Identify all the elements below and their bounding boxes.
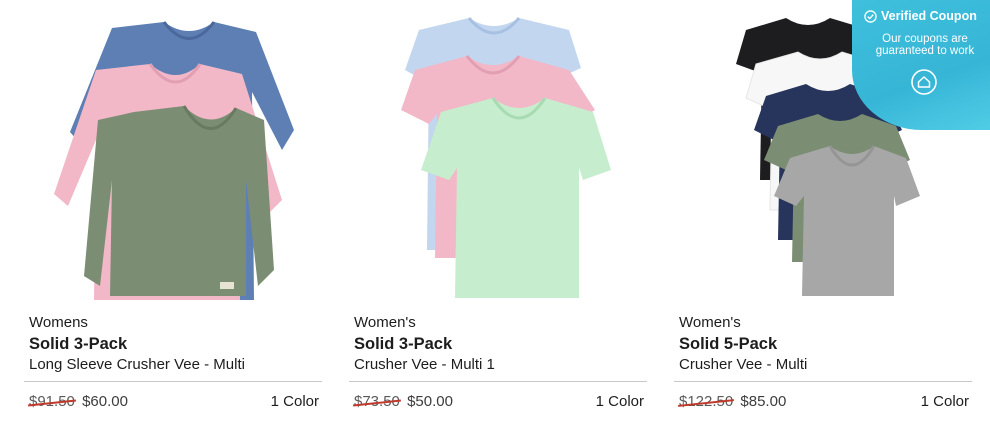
divider [24,381,322,382]
product-gender: Women's [679,314,741,331]
divider [349,381,647,382]
crusher-vee-3pack-image [401,17,611,298]
original-price: $122.50 [679,393,734,410]
coupon-title-row: Verified Coupon [864,9,977,23]
product-info: Women's Solid 5-Pack Crusher Vee - Multi [679,314,969,374]
verified-coupon-badge[interactable]: Verified Coupon Our coupons are guarante… [852,0,990,130]
check-circle-icon [864,9,877,23]
product-name[interactable]: Solid 3-Pack [29,334,319,354]
product-subtitle[interactable]: Crusher Vee - Multi [679,355,969,374]
product-card[interactable]: Women's Solid 3-Pack Crusher Vee - Multi… [349,0,647,427]
product-image[interactable] [24,0,322,305]
price-row: $122.50 $85.00 1 Color [679,393,969,413]
product-gender: Womens [29,314,88,331]
product-name[interactable]: Solid 3-Pack [354,334,644,354]
product-image[interactable] [349,0,647,305]
price-row: $73.50 $50.00 1 Color [354,393,644,413]
product-card[interactable]: Womens Solid 3-Pack Long Sleeve Crusher … [24,0,322,427]
sale-price: $85.00 [740,393,787,410]
coupon-text: Our coupons are guaranteed to work [875,33,975,57]
divider [674,381,972,382]
color-count[interactable]: 1 Color [596,393,644,410]
product-name[interactable]: Solid 5-Pack [679,334,969,354]
price-row: $91.50 $60.00 1 Color [29,393,319,413]
original-price: $73.50 [354,393,400,410]
original-price: $91.50 [29,393,75,410]
sale-price: $50.00 [407,393,453,410]
color-count[interactable]: 1 Color [921,393,969,410]
sale-price: $60.00 [82,393,128,410]
home-icon[interactable] [910,68,938,96]
product-gender: Women's [354,314,416,331]
product-grid: Womens Solid 3-Pack Long Sleeve Crusher … [0,0,990,427]
product-info: Women's Solid 3-Pack Crusher Vee - Multi… [354,314,644,374]
color-count[interactable]: 1 Color [271,393,319,410]
product-subtitle[interactable]: Long Sleeve Crusher Vee - Multi [29,355,319,374]
product-info: Womens Solid 3-Pack Long Sleeve Crusher … [29,314,319,374]
product-subtitle[interactable]: Crusher Vee - Multi 1 [354,355,644,374]
coupon-title: Verified Coupon [881,9,977,23]
long-sleeve-3pack-image [54,21,294,300]
